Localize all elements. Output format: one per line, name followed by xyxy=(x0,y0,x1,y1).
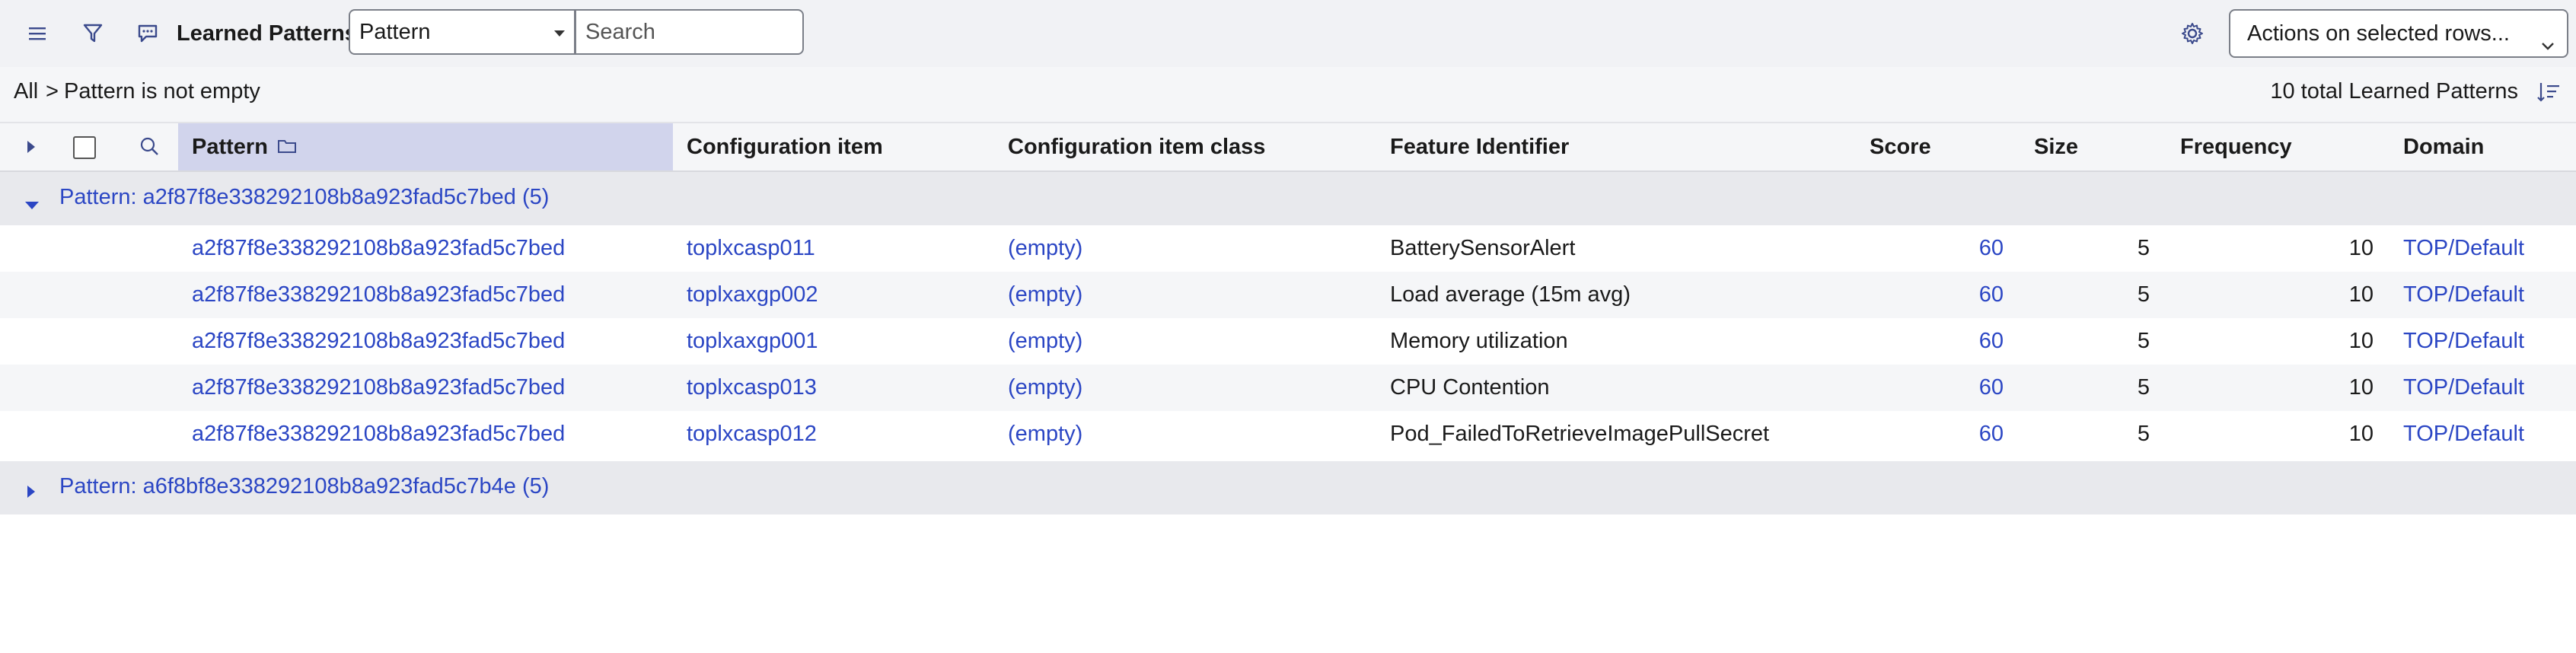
cell-feature-identifier: Memory utilization xyxy=(1390,329,1568,353)
column-header-feature-identifier[interactable]: Feature Identifier xyxy=(1390,123,1569,170)
page-title: Learned Patterns xyxy=(177,21,357,46)
cell-domain[interactable]: TOP/Default xyxy=(2403,225,2524,272)
hamburger-menu-icon[interactable] xyxy=(20,15,56,52)
cell-configuration-item[interactable]: toplxaxgp002 xyxy=(687,272,818,318)
column-header-size[interactable]: Size xyxy=(2034,123,2078,170)
cell-pattern[interactable]: a2f87f8e338292108b8a923fad5c7bed xyxy=(192,318,565,365)
breadcrumb-all[interactable]: All xyxy=(14,67,38,122)
cell-pattern[interactable]: a2f87f8e338292108b8a923fad5c7bed xyxy=(192,365,565,411)
cell-pattern[interactable]: a2f87f8e338292108b8a923fad5c7bed xyxy=(192,411,565,457)
cell-feature-identifier: Pod_FailedToRetrieveImagePullSecret xyxy=(1390,422,1770,446)
cell-size: 5 xyxy=(2137,282,2150,307)
cell-ci-class[interactable]: (empty) xyxy=(1008,411,1082,457)
cell-feature-identifier: CPU Contention xyxy=(1390,375,1550,400)
cell-domain[interactable]: TOP/Default xyxy=(2403,318,2524,365)
table-row: a2f87f8e338292108b8a923fad5c7bed toplxca… xyxy=(0,411,2576,457)
folder-icon[interactable] xyxy=(277,137,297,159)
cell-frequency: 10 xyxy=(2348,375,2374,400)
cell-configuration-item[interactable]: toplxcasp011 xyxy=(687,225,815,272)
group-row[interactable]: Pattern: a6f8bf8e338292108b8a923fad5c7b4… xyxy=(0,461,2576,514)
breadcrumb-filter[interactable]: Pattern is not empty xyxy=(64,67,260,122)
table-header: Pattern Configuration item Configuration… xyxy=(0,123,2576,172)
column-header-ci-class[interactable]: Configuration item class xyxy=(1008,123,1265,170)
comment-icon[interactable] xyxy=(129,15,166,52)
cell-configuration-item[interactable]: toplxcasp013 xyxy=(687,365,817,411)
cell-pattern[interactable]: a2f87f8e338292108b8a923fad5c7bed xyxy=(192,272,565,318)
cell-size: 5 xyxy=(2137,329,2150,353)
cell-pattern[interactable]: a2f87f8e338292108b8a923fad5c7bed xyxy=(192,225,565,272)
cell-score[interactable]: 60 xyxy=(1949,225,2004,272)
column-header-domain[interactable]: Domain xyxy=(2403,123,2484,170)
field-select-value: Pattern xyxy=(359,20,431,44)
cell-size: 5 xyxy=(2137,375,2150,400)
cell-frequency: 10 xyxy=(2348,282,2374,307)
cell-size: 5 xyxy=(2137,422,2150,446)
chevron-down-icon xyxy=(2539,24,2556,70)
list-toolbar: Learned Patterns Pattern Actions on sele… xyxy=(0,0,2576,67)
column-header-pattern[interactable]: Pattern xyxy=(192,123,268,170)
cell-score[interactable]: 60 xyxy=(1949,318,2004,365)
group-label[interactable]: Pattern: a6f8bf8e338292108b8a923fad5c7b4… xyxy=(59,461,549,514)
select-all-checkbox[interactable] xyxy=(73,136,96,159)
table-row: a2f87f8e338292108b8a923fad5c7bed toplxax… xyxy=(0,272,2576,318)
cell-frequency: 10 xyxy=(2348,236,2374,260)
caret-down-icon xyxy=(554,30,565,37)
cell-domain[interactable]: TOP/Default xyxy=(2403,365,2524,411)
search-input[interactable] xyxy=(575,9,804,55)
cell-configuration-item[interactable]: toplxaxgp001 xyxy=(687,318,818,365)
cell-size: 5 xyxy=(2137,236,2150,260)
cell-score[interactable]: 60 xyxy=(1949,365,2004,411)
breadcrumb: All > Pattern is not empty 10 total Lear… xyxy=(0,67,2576,123)
cell-domain[interactable]: TOP/Default xyxy=(2403,272,2524,318)
cell-ci-class[interactable]: (empty) xyxy=(1008,318,1082,365)
cell-configuration-item[interactable]: toplxcasp012 xyxy=(687,411,817,457)
expand-group-icon[interactable] xyxy=(26,479,37,505)
breadcrumb-separator: > xyxy=(46,79,59,104)
cell-frequency: 10 xyxy=(2348,329,2374,353)
funnel-icon[interactable] xyxy=(75,15,111,52)
expand-all-icon[interactable] xyxy=(26,140,37,158)
search-icon[interactable] xyxy=(139,135,160,161)
group-row[interactable]: Pattern: a2f87f8e338292108b8a923fad5c7be… xyxy=(0,172,2576,225)
cell-frequency: 10 xyxy=(2348,422,2374,446)
collapse-group-icon[interactable] xyxy=(24,192,40,217)
cell-feature-identifier: BatterySensorAlert xyxy=(1390,236,1576,260)
sort-icon[interactable] xyxy=(2536,81,2561,107)
table-row: a2f87f8e338292108b8a923fad5c7bed toplxca… xyxy=(0,365,2576,411)
group-label[interactable]: Pattern: a2f87f8e338292108b8a923fad5c7be… xyxy=(59,172,549,225)
field-select[interactable]: Pattern xyxy=(349,9,575,55)
actions-select[interactable]: Actions on selected rows... xyxy=(2229,9,2568,58)
table-row: a2f87f8e338292108b8a923fad5c7bed toplxca… xyxy=(0,225,2576,272)
gear-icon[interactable] xyxy=(2174,15,2211,52)
actions-select-label: Actions on selected rows... xyxy=(2247,21,2510,46)
table-row: a2f87f8e338292108b8a923fad5c7bed toplxax… xyxy=(0,318,2576,365)
cell-ci-class[interactable]: (empty) xyxy=(1008,365,1082,411)
cell-ci-class[interactable]: (empty) xyxy=(1008,272,1082,318)
cell-score[interactable]: 60 xyxy=(1949,272,2004,318)
column-header-frequency[interactable]: Frequency xyxy=(2180,123,2292,170)
cell-ci-class[interactable]: (empty) xyxy=(1008,225,1082,272)
column-header-score[interactable]: Score xyxy=(1870,123,1931,170)
cell-domain[interactable]: TOP/Default xyxy=(2403,411,2524,457)
total-count: 10 total Learned Patterns xyxy=(2270,79,2518,104)
column-header-configuration-item[interactable]: Configuration item xyxy=(687,123,883,170)
cell-score[interactable]: 60 xyxy=(1949,411,2004,457)
cell-feature-identifier: Load average (15m avg) xyxy=(1390,282,1631,307)
